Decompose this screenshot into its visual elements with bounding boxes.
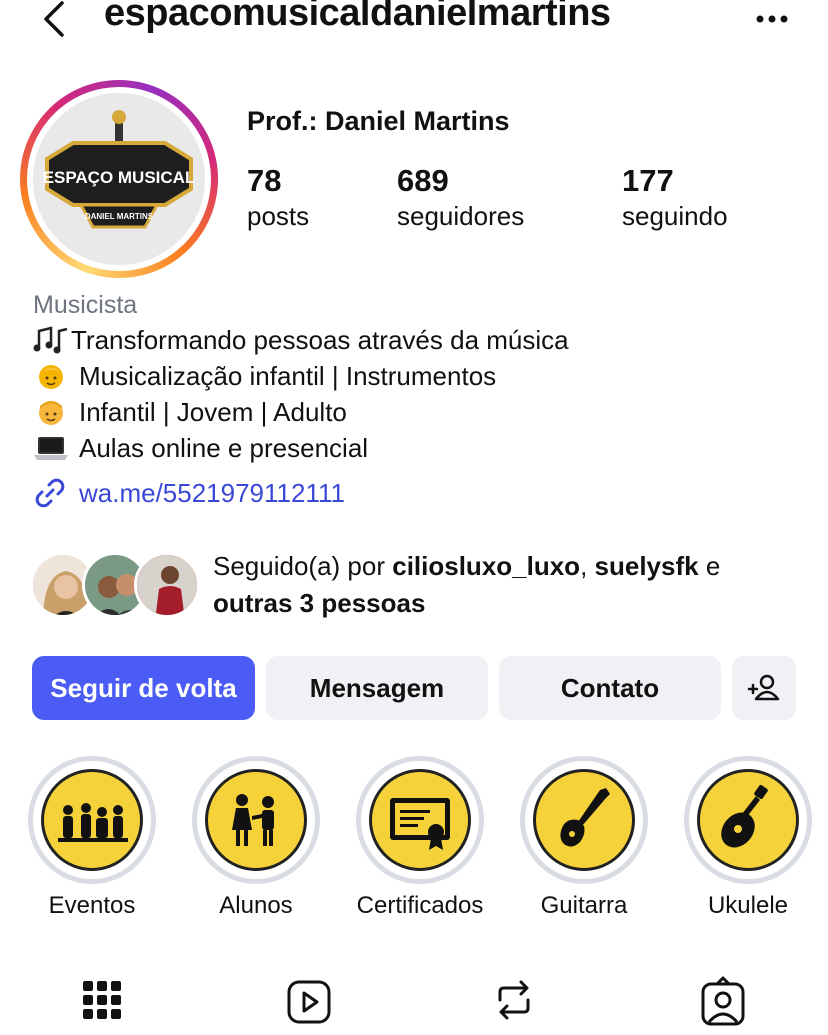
- display-name: Prof.: Daniel Martins: [247, 106, 510, 136]
- posts-stat[interactable]: 78 posts: [247, 163, 309, 233]
- bio-line: Transformando pessoas através da música: [33, 322, 813, 358]
- followed-by-text: Seguido(a) por ciliosluxo_luxo, suelysfk…: [213, 548, 813, 622]
- followed-by-prefix: Seguido(a) por: [213, 551, 393, 581]
- boy-face-icon: [33, 397, 69, 427]
- posts-label: posts: [247, 201, 310, 231]
- profile-username: espacomusicaldanielmartins: [104, 0, 611, 34]
- grid-icon[interactable]: [72, 970, 132, 1030]
- follower-username[interactable]: suelysfk: [595, 551, 699, 581]
- highlight-label: Eventos: [48, 892, 136, 919]
- followed-by[interactable]: Seguido(a) por ciliosluxo_luxo, suelysfk…: [30, 548, 820, 628]
- tagged-icon[interactable]: [693, 970, 753, 1030]
- highlight-label: Guitarra: [540, 892, 628, 919]
- link-icon: [35, 478, 65, 508]
- highlight-alunos[interactable]: Alunos: [191, 756, 321, 920]
- highlight-label: Certificados: [356, 892, 484, 919]
- highlight-label: Ukulele: [707, 892, 789, 919]
- bio-line: Musicalização infantil | Instrumentos: [33, 358, 813, 394]
- highlight-label: Alunos: [219, 892, 293, 919]
- bio-text: Musicalização infantil | Instrumentos: [79, 361, 497, 391]
- bio-text: Transformando pessoas através da música: [71, 325, 569, 355]
- contact-button[interactable]: Contato: [499, 656, 721, 720]
- bio: Musicista Transformando pessoas através …: [33, 288, 813, 510]
- more-horizontal-icon[interactable]: [750, 4, 794, 34]
- avatar-logo-text: ESPAÇO MUSICAL: [43, 168, 196, 187]
- highlight-eventos[interactable]: Eventos: [27, 756, 157, 920]
- posts-count: 78: [247, 163, 282, 198]
- highlight-ukulele[interactable]: Ukulele: [683, 756, 813, 920]
- following-count: 177: [622, 163, 674, 198]
- followed-by-others[interactable]: outras 3 pessoas: [213, 588, 425, 618]
- top-bar: espacomusicaldanielmartins: [0, 0, 828, 48]
- back-chevron-icon[interactable]: [36, 0, 76, 40]
- avatar: [134, 552, 200, 618]
- bio-line: Aulas online e presencial: [33, 430, 813, 466]
- add-person-icon: [747, 674, 780, 701]
- reels-icon[interactable]: [279, 970, 339, 1030]
- students-icon: [205, 769, 307, 871]
- avatar: ESPAÇO MUSICAL DANIEL MARTINS: [33, 93, 205, 265]
- following-label: seguindo: [622, 201, 728, 231]
- followers-stat[interactable]: 689 seguidores: [397, 163, 524, 233]
- followed-by-conjunction: e: [698, 551, 721, 581]
- followers-count: 689: [397, 163, 449, 198]
- reposts-icon[interactable]: [484, 970, 544, 1030]
- bio-line: Infantil | Jovem | Adulto: [33, 394, 813, 430]
- following-stat[interactable]: 177 seguindo: [622, 163, 728, 233]
- bio-link[interactable]: wa.me/5521979112111: [33, 476, 813, 510]
- bio-link-text[interactable]: wa.me/5521979112111: [79, 478, 345, 509]
- certificate-icon: [369, 769, 471, 871]
- follow-back-button[interactable]: Seguir de volta: [32, 656, 255, 720]
- suggest-people-button[interactable]: [732, 656, 796, 720]
- ukulele-icon: [697, 769, 799, 871]
- profile-tab-bar: [0, 960, 828, 1035]
- music-notes-icon: [33, 325, 71, 355]
- highlight-guitarra[interactable]: Guitarra: [519, 756, 649, 920]
- highlight-certificados[interactable]: Certificados: [355, 756, 485, 920]
- girl-face-icon: [33, 361, 69, 391]
- follower-username[interactable]: ciliosluxo_luxo: [392, 551, 580, 581]
- laptop-icon: [33, 433, 69, 463]
- message-button[interactable]: Mensagem: [266, 656, 488, 720]
- story-ring[interactable]: ESPAÇO MUSICAL DANIEL MARTINS: [20, 80, 218, 278]
- bio-text: Aulas online e presencial: [79, 433, 369, 463]
- electric-guitar-icon: [533, 769, 635, 871]
- band-silhouette-icon: [41, 769, 143, 871]
- followed-by-separator: ,: [580, 551, 595, 581]
- profile-category: Musicista: [33, 291, 138, 319]
- avatar-logo-subtext: DANIEL MARTINS: [85, 212, 154, 221]
- bio-text: Infantil | Jovem | Adulto: [79, 397, 347, 427]
- followers-label: seguidores: [397, 201, 525, 231]
